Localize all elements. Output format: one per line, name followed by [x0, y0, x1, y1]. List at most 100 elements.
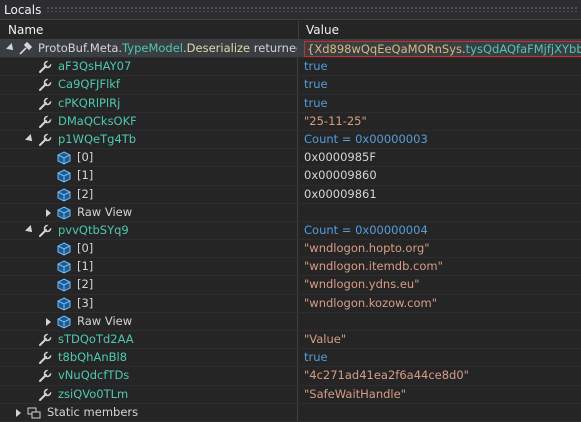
- value-cell[interactable]: [299, 404, 581, 421]
- item-name: p1WQeTg4Tb: [58, 131, 137, 146]
- name-cell: DMaQCksOKF: [0, 112, 298, 130]
- locals-window-titlebar[interactable]: Locals: [0, 0, 581, 20]
- wrench-icon: [38, 60, 52, 74]
- tree-row[interactable]: [1] 0x00009860: [0, 167, 581, 186]
- item-name: [3]: [77, 295, 94, 310]
- value-cell[interactable]: true: [299, 95, 581, 112]
- cube-icon: [57, 260, 71, 274]
- wrench-icon: [38, 132, 52, 147]
- item-name: pvvQtbSYq9: [58, 222, 129, 237]
- value-cell[interactable]: "4c271ad41ea2f6a44ce8d0": [299, 367, 581, 384]
- item-name: t8bQhAnBl8: [58, 350, 128, 365]
- tree-row[interactable]: aF3QsHAY07 true: [0, 58, 581, 77]
- collapse-icon[interactable]: [25, 133, 35, 144]
- tree-row[interactable]: t8bQhAnBl8 true: [0, 349, 581, 368]
- tree-row[interactable]: [1] "wndlogon.itemdb.com": [0, 258, 581, 277]
- wrench-icon: [38, 333, 52, 347]
- tree-row[interactable]: [2] 0x00009861: [0, 185, 581, 204]
- column-splitter[interactable]: [298, 21, 299, 40]
- value-cell[interactable]: 0x00009860: [299, 167, 581, 184]
- collapse-icon[interactable]: [6, 43, 16, 53]
- item-name: Static members: [47, 404, 139, 419]
- root-value-cell[interactable]: {Xd898wQqEeQaMORnSys.tysQdAQfaFMjfjXYbbO…: [299, 40, 581, 57]
- name-cell: pvvQtbSYq9: [0, 221, 298, 240]
- tree-row[interactable]: [2] "wndlogon.ydns.eu": [0, 276, 581, 295]
- name-cell: [1]: [0, 258, 298, 276]
- wrench-icon: [38, 96, 52, 111]
- wrench-icon: [38, 114, 52, 129]
- item-name: Raw View: [77, 204, 133, 219]
- column-header: Name Value: [0, 21, 581, 40]
- column-header-value[interactable]: Value: [306, 23, 339, 37]
- expand-icon[interactable]: [46, 208, 51, 217]
- value-cell[interactable]: Count = 0x00000003: [299, 131, 581, 148]
- item-name: cPKQRlPlRj: [58, 95, 121, 110]
- name-cell: cPKQRlPlRj: [0, 94, 298, 112]
- value-cell[interactable]: [299, 204, 581, 221]
- root-label: ProtoBuf.Meta.TypeModel.Deserialize retu…: [38, 41, 297, 55]
- name-cell: [1]: [0, 167, 298, 185]
- value-cell[interactable]: "SafeWaitHandle": [299, 386, 581, 403]
- tree-row[interactable]: [0] "wndlogon.hopto.org": [0, 240, 581, 259]
- root-value-highlight: {Xd898wQqEeQaMORnSys.tysQdAQfaFMjfjXYbbO…: [304, 41, 581, 57]
- name-cell: Raw View: [0, 312, 298, 330]
- value-cell[interactable]: true: [299, 58, 581, 75]
- item-name: Ca9QFJFlkf: [58, 77, 120, 92]
- item-name: aF3QsHAY07: [58, 59, 132, 74]
- name-cell: Ca9QFJFlkf: [0, 76, 298, 94]
- value-cell[interactable]: "Value": [299, 331, 581, 348]
- name-cell: [3]: [0, 294, 298, 312]
- value-cell[interactable]: true: [299, 349, 581, 366]
- cube-icon: [57, 169, 71, 183]
- name-cell: zsiQVo0TLm: [0, 385, 298, 403]
- tree-row[interactable]: DMaQCksOKF "25-11-25": [0, 112, 581, 131]
- name-cell: [0]: [0, 149, 298, 167]
- value-cell[interactable]: [299, 313, 581, 330]
- wrench-icon: [38, 369, 52, 383]
- tree-row[interactable]: cPKQRlPlRj true: [0, 94, 581, 113]
- tree-row[interactable]: Static members: [0, 403, 581, 422]
- item-name: Raw View: [77, 313, 133, 328]
- value-cell[interactable]: 0x00009861: [299, 186, 581, 203]
- tree-row[interactable]: sTDQoTd2AA "Value": [0, 331, 581, 350]
- tree-row[interactable]: zsiQVo0TLm "SafeWaitHandle": [0, 385, 581, 404]
- expand-icon[interactable]: [46, 317, 51, 326]
- value-cell[interactable]: "wndlogon.ydns.eu": [299, 276, 581, 293]
- item-name: zsiQVo0TLm: [58, 386, 129, 401]
- item-name: DMaQCksOKF: [58, 113, 137, 128]
- tree-row[interactable]: Ca9QFJFlkf true: [0, 76, 581, 95]
- value-cell[interactable]: true: [299, 76, 581, 93]
- name-cell: vNuQdcfTDs: [0, 367, 298, 385]
- item-name: [1]: [77, 168, 94, 183]
- column-header-name[interactable]: Name: [8, 23, 43, 37]
- value-cell[interactable]: "wndlogon.itemdb.com": [299, 258, 581, 275]
- tree-row-root[interactable]: ProtoBuf.Meta.TypeModel.Deserialize retu…: [0, 40, 581, 59]
- value-cell[interactable]: Count = 0x00000004: [299, 222, 581, 239]
- name-cell: aF3QsHAY07: [0, 58, 298, 76]
- tree-row[interactable]: [3] "wndlogon.kozow.com": [0, 294, 581, 313]
- item-name: vNuQdcfTDs: [58, 368, 130, 383]
- tree-row[interactable]: [0] 0x0000985F: [0, 149, 581, 168]
- name-cell: [0]: [0, 240, 298, 258]
- cube-icon: [57, 278, 71, 292]
- tree-row[interactable]: pvvQtbSYq9 Count = 0x00000004: [0, 221, 581, 241]
- tree-row[interactable]: p1WQeTg4Tb Count = 0x00000003: [0, 130, 581, 150]
- value-cell[interactable]: "25-11-25": [299, 113, 581, 130]
- name-cell: Static members: [0, 403, 298, 421]
- cube-icon: [57, 242, 71, 256]
- value-cell[interactable]: "wndlogon.hopto.org": [299, 240, 581, 257]
- item-name: sTDQoTd2AA: [58, 332, 134, 346]
- value-cell[interactable]: 0x0000985F: [299, 149, 581, 166]
- collapse-icon[interactable]: [25, 224, 35, 235]
- cube-icon: [57, 187, 71, 202]
- wrench-icon: [38, 223, 52, 238]
- raw-view-icon: [57, 206, 71, 220]
- tree-row[interactable]: Raw View: [0, 203, 581, 222]
- wrench-icon: [38, 387, 52, 402]
- wrench-icon: [38, 351, 52, 365]
- value-cell[interactable]: "wndlogon.kozow.com": [299, 295, 581, 312]
- tree-row[interactable]: vNuQdcfTDs "4c271ad41ea2f6a44ce8d0": [0, 367, 581, 386]
- tree-row[interactable]: Raw View: [0, 312, 581, 331]
- expand-icon[interactable]: [16, 408, 21, 417]
- cube-icon: [57, 297, 71, 311]
